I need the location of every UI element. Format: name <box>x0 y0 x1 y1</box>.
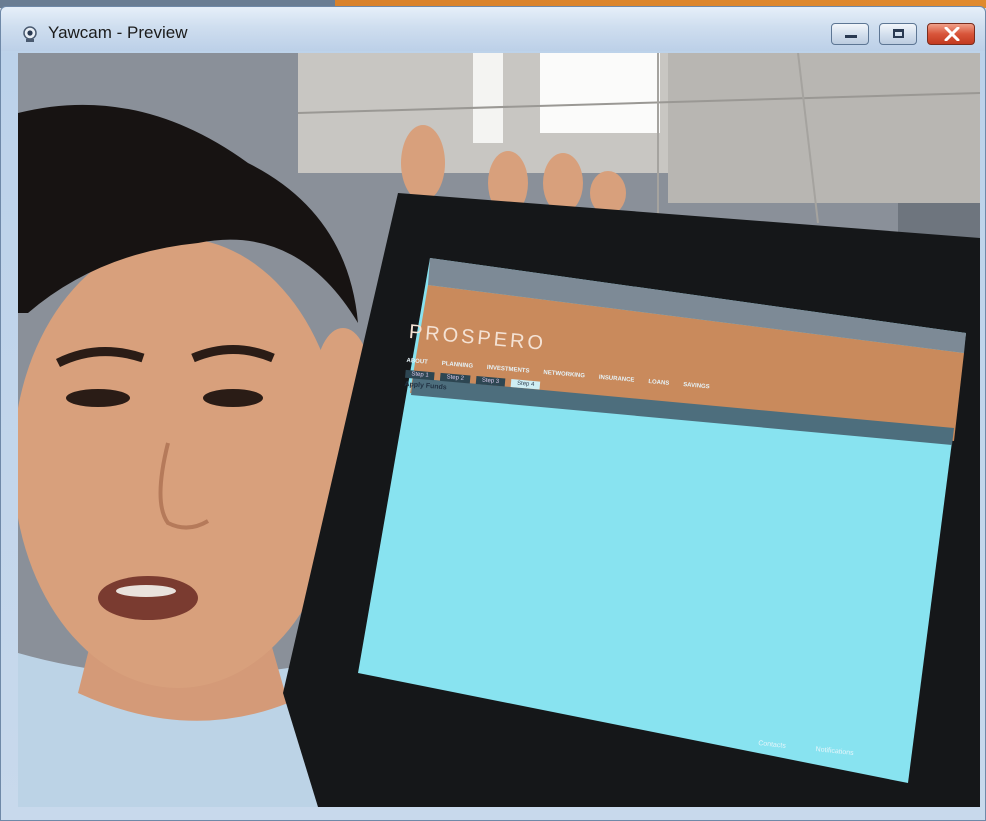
window-title: Yawcam - Preview <box>48 23 188 42</box>
nav-item-investments[interactable]: INVESTMENTS <box>487 365 530 375</box>
tab-step-2[interactable]: Step 2 <box>440 372 471 384</box>
nav-item-savings[interactable]: SAVINGS <box>683 382 710 390</box>
maximize-button[interactable] <box>879 23 917 45</box>
nav-item-about[interactable]: ABOUT <box>406 358 428 366</box>
tab-step-1[interactable]: Step 1 <box>405 369 435 381</box>
tab-step-4[interactable]: Step 4 <box>510 379 541 390</box>
nav-item-insurance[interactable]: INSURANCE <box>599 375 635 384</box>
tab-step-3[interactable]: Step 3 <box>475 375 506 387</box>
nav-item-loans[interactable]: LOANS <box>648 379 669 387</box>
webcam-icon <box>21 25 39 43</box>
camera-preview: PROSPERO ABOUT PLANNING INVESTMENTS NETW… <box>18 53 980 807</box>
nav-item-networking[interactable]: NETWORKING <box>543 370 585 380</box>
minimize-button[interactable] <box>831 23 869 45</box>
close-icon <box>944 27 960 41</box>
nav-item-planning[interactable]: PLANNING <box>441 361 473 370</box>
title-bar[interactable]: Yawcam - Preview <box>1 7 985 51</box>
yawcam-preview-window: Yawcam - Preview PROSPERO ABOUT PLANNING… <box>0 6 986 821</box>
close-button[interactable] <box>927 23 975 45</box>
webcam-frame <box>18 53 980 807</box>
